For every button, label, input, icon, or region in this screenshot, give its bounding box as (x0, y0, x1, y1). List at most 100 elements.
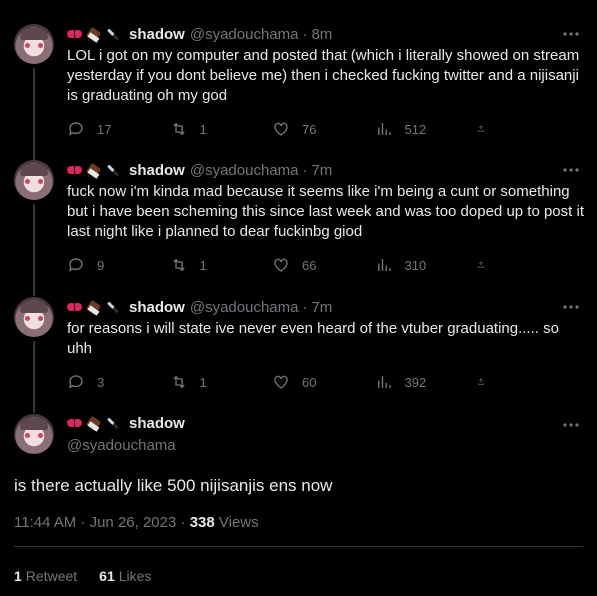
retweet-icon (172, 258, 185, 272)
tweet-text: for reasons i will state ive never even … (67, 320, 559, 357)
like-button[interactable]: 76 (272, 120, 362, 138)
thread-connector-line (33, 68, 35, 170)
name-emojis (67, 300, 124, 315)
avatar[interactable] (14, 297, 54, 337)
tweet-time[interactable]: 8m (311, 26, 332, 43)
retweet-count: 1 (199, 121, 207, 137)
retweet-count: 1 (199, 257, 207, 273)
bow-emoji-icon (67, 27, 82, 42)
reply-button[interactable]: 9 (67, 256, 157, 274)
separator-dot: · (302, 161, 308, 179)
views-button[interactable]: 392 (375, 373, 465, 391)
knife-emoji-icon (105, 163, 120, 178)
views-button[interactable]: 310 (375, 256, 465, 274)
divider (14, 546, 583, 547)
more-options-icon[interactable] (563, 162, 579, 178)
reply-icon (68, 122, 83, 136)
author-name[interactable]: shadow (129, 299, 185, 316)
like-count: 60 (302, 374, 317, 390)
tweet-header: shadow @syadouchama · 7m (67, 160, 332, 180)
tweet-actions: 3 1 60 392 (67, 372, 497, 392)
reply-count: 9 (97, 257, 105, 273)
tweet-meta: 11:44 AM · Jun 26, 2023 · 338 Views (14, 514, 259, 531)
knife-emoji-icon (105, 300, 120, 315)
like-count: 66 (302, 257, 317, 273)
tweet-stats: 1 Retweet 61 Likes (14, 568, 173, 584)
name-emojis (67, 416, 124, 431)
heart-icon (274, 258, 288, 272)
author-handle[interactable]: @syadouchama (190, 299, 299, 316)
reply-button[interactable]: 3 (67, 373, 157, 391)
author-handle[interactable]: @syadouchama (190, 162, 299, 179)
more-options-icon[interactable] (563, 299, 579, 315)
tweet-time[interactable]: 7m (311, 299, 332, 316)
likes-count: 61 (99, 568, 115, 584)
heart-icon (274, 375, 288, 389)
name-emojis (67, 163, 124, 178)
bow-emoji-icon (67, 416, 82, 431)
name-emojis (67, 27, 124, 42)
author-name-row: shadow (67, 415, 190, 432)
reply-icon (68, 375, 83, 389)
view-count: 512 (404, 121, 427, 137)
bow-emoji-icon (67, 300, 82, 315)
avatar[interactable] (14, 24, 54, 64)
views-count: 338 (189, 514, 215, 531)
like-button[interactable]: 60 (272, 373, 362, 391)
views-button[interactable]: 512 (375, 120, 465, 138)
like-button[interactable]: 66 (272, 256, 362, 274)
share-icon (478, 261, 484, 268)
tweet-time[interactable]: 7m (311, 162, 332, 179)
tweet-header: shadow @syadouchama · 7m (67, 297, 332, 317)
author-handle[interactable]: @syadouchama (190, 26, 299, 43)
main-tweet: shadow @syadouchama is there actually li… (0, 414, 597, 596)
view-count: 310 (404, 257, 427, 273)
tweet-actions: 9 1 66 310 (67, 255, 497, 275)
author-name[interactable]: shadow (129, 162, 185, 179)
tweet-text: LOL i got on my computer and posted that… (67, 47, 580, 104)
likes-stat[interactable]: 61 Likes (99, 568, 151, 584)
share-button[interactable] (477, 373, 497, 391)
views-icon (377, 123, 391, 135)
reply-count: 17 (97, 121, 112, 137)
knife-emoji-icon (105, 416, 120, 431)
retweet-count: 1 (199, 374, 207, 390)
reply-count: 3 (97, 374, 105, 390)
separator-dot: · (180, 514, 190, 531)
retweets-count: 1 (14, 568, 22, 584)
tweet-text: fuck now i'm kinda mad because it seems … (67, 183, 584, 240)
retweets-stat[interactable]: 1 Retweet (14, 568, 77, 584)
author-name[interactable]: shadow (129, 26, 185, 43)
separator-dot: · (302, 25, 308, 43)
tweet-header: shadow @syadouchama · 8m (67, 24, 332, 44)
retweet-button[interactable]: 1 (170, 256, 260, 274)
heart-icon (274, 122, 288, 136)
author-handle[interactable]: @syadouchama (67, 437, 176, 454)
likes-label: Likes (118, 568, 152, 584)
tweet-text: is there actually like 500 nijisanjis en… (14, 476, 333, 495)
author-name[interactable]: shadow (129, 415, 185, 432)
reply-button[interactable]: 17 (67, 120, 157, 138)
retweet-button[interactable]: 1 (170, 120, 260, 138)
retweet-button[interactable]: 1 (170, 373, 260, 391)
more-options-icon[interactable] (563, 417, 579, 433)
bow-emoji-icon (67, 163, 82, 178)
tweet-timestamp[interactable]: 11:44 AM · Jun 26, 2023 (14, 514, 176, 531)
avatar[interactable] (14, 414, 54, 454)
share-button[interactable] (477, 120, 497, 138)
separator-dot: · (302, 298, 308, 316)
chocolate-emoji-icon (86, 300, 101, 315)
chocolate-emoji-icon (86, 163, 101, 178)
retweets-label: Retweet (25, 568, 78, 584)
chocolate-emoji-icon (86, 416, 101, 431)
views-icon (377, 376, 391, 388)
chocolate-emoji-icon (86, 27, 101, 42)
share-icon (478, 125, 484, 132)
like-count: 76 (302, 121, 317, 137)
avatar[interactable] (14, 160, 54, 200)
thread-connector-line (33, 341, 35, 413)
views-icon (377, 259, 391, 271)
more-options-icon[interactable] (563, 26, 579, 42)
retweet-icon (172, 122, 185, 136)
share-button[interactable] (477, 256, 497, 274)
